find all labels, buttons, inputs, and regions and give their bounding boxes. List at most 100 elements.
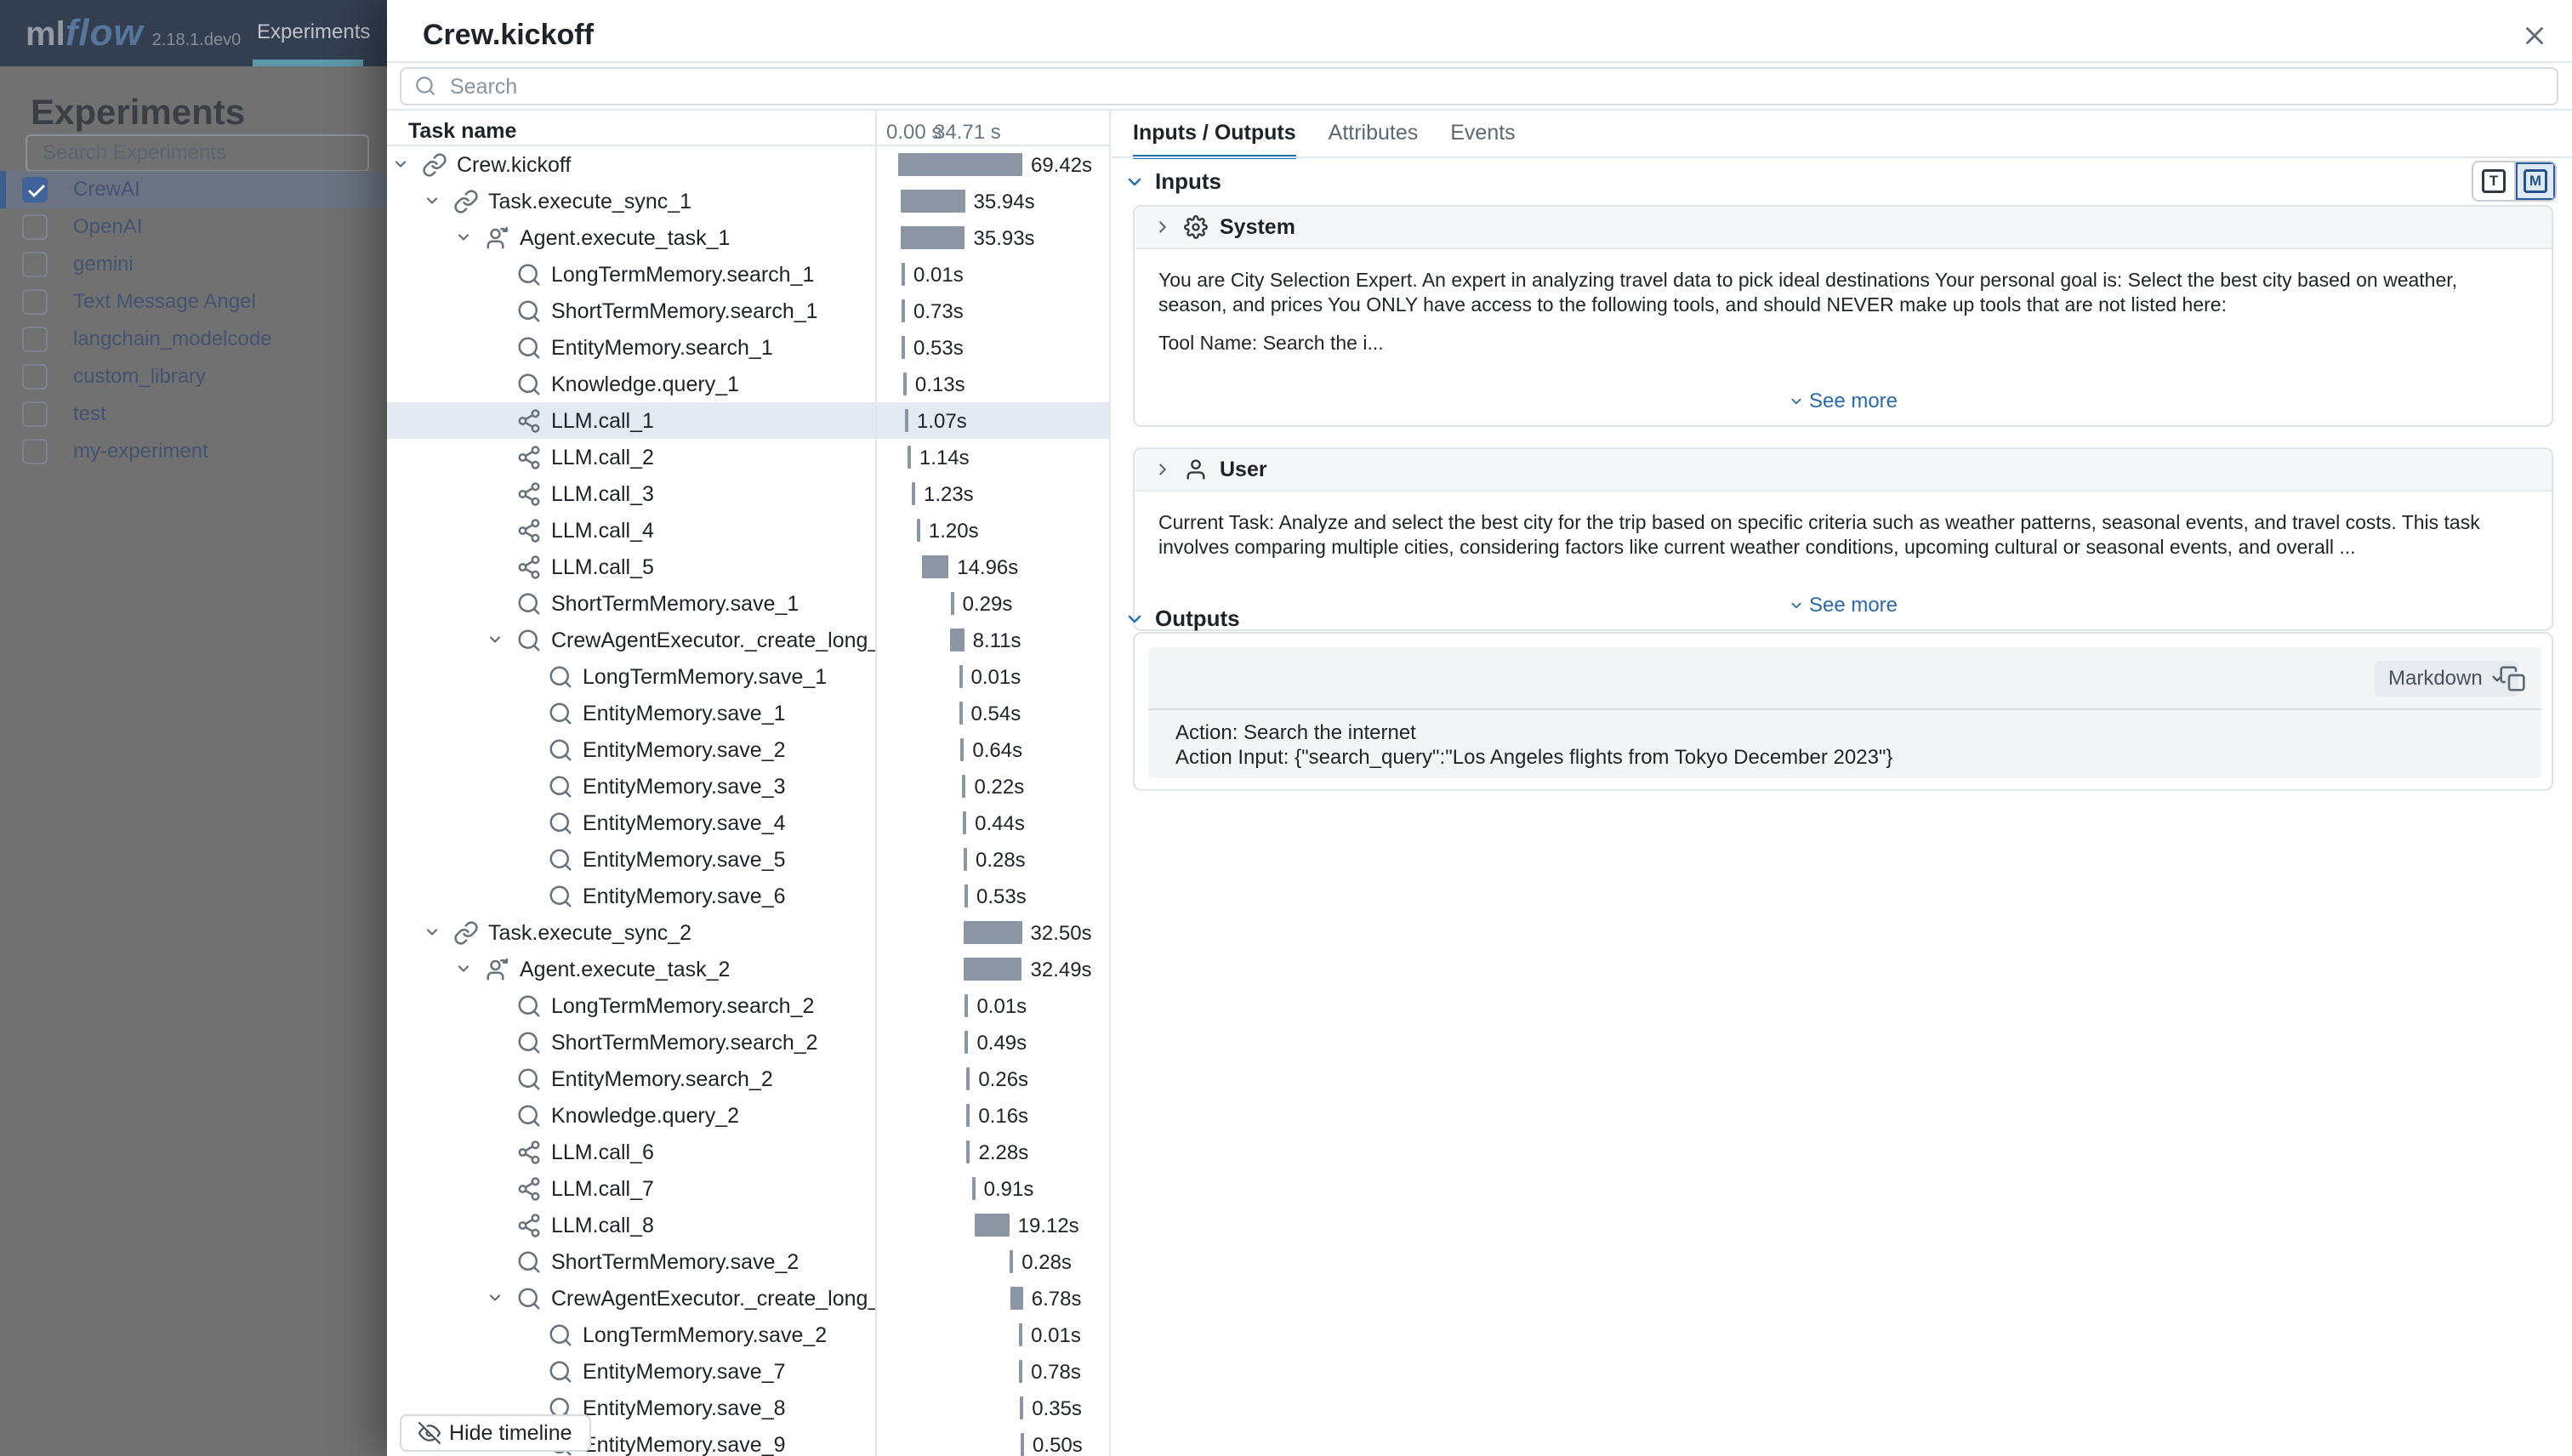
checkbox-unchecked[interactable]: [22, 364, 48, 390]
timeline-bar[interactable]: [966, 1140, 970, 1163]
timeline-bar[interactable]: [917, 519, 920, 542]
span-row-crewagentexecutor-create-long-term-memory[interactable]: CrewAgentExecutor._create_long_term_memo…: [387, 1280, 1111, 1317]
span-row-entitymemory-save-4[interactable]: EntityMemory.save_40.44s: [387, 805, 1111, 841]
timeline-bar[interactable]: [902, 299, 905, 322]
timeline-bar[interactable]: [964, 848, 967, 871]
chevron-right-icon[interactable]: [1153, 460, 1172, 479]
span-row-llm-call-6[interactable]: LLM.call_62.28s: [387, 1134, 1111, 1170]
checkbox-checked[interactable]: [22, 177, 48, 202]
timeline-bar[interactable]: [1019, 1323, 1022, 1346]
timeline-bar[interactable]: [964, 994, 968, 1017]
sidebar-item-gemini[interactable]: gemini: [0, 246, 387, 283]
checkbox-unchecked[interactable]: [22, 214, 48, 240]
tab-attributes[interactable]: Attributes: [1329, 111, 1419, 156]
span-row-longtermmemory-save-1[interactable]: LongTermMemory.save_10.01s: [387, 658, 1111, 695]
chevron-down-icon[interactable]: [455, 229, 472, 250]
span-row-llm-call-8[interactable]: LLM.call_819.12s: [387, 1207, 1111, 1243]
sidebar-item-my-experiment[interactable]: my-experiment: [0, 433, 387, 470]
span-row-entitymemory-save-5[interactable]: EntityMemory.save_50.28s: [387, 841, 1111, 878]
tab-inputs-outputs[interactable]: Inputs / Outputs: [1133, 111, 1296, 156]
span-row-llm-call-4[interactable]: LLM.call_41.20s: [387, 512, 1111, 549]
timeline-bar[interactable]: [905, 409, 908, 432]
timeline-bar[interactable]: [966, 1104, 970, 1127]
timeline-bar[interactable]: [959, 665, 963, 688]
span-row-longtermmemory-save-2[interactable]: LongTermMemory.save_20.01s: [387, 1317, 1111, 1353]
timeline-bar[interactable]: [975, 1214, 1009, 1237]
span-row-knowledge-query-2[interactable]: Knowledge.query_20.16s: [387, 1097, 1111, 1134]
span-row-entitymemory-save-1[interactable]: EntityMemory.save_10.54s: [387, 695, 1111, 731]
span-row-entitymemory-save-7[interactable]: EntityMemory.save_70.78s: [387, 1353, 1111, 1390]
span-row-shorttermmemory-search-2[interactable]: ShortTermMemory.search_20.49s: [387, 1024, 1111, 1061]
nav-tab-experiments[interactable]: Experiments: [257, 20, 359, 44]
timeline-bar[interactable]: [966, 1067, 970, 1090]
inputs-section-header[interactable]: Inputs: [1124, 168, 1221, 195]
timeline-bar[interactable]: [1020, 1396, 1023, 1419]
timeline-bar[interactable]: [902, 263, 905, 286]
timeline-bar[interactable]: [1021, 1433, 1024, 1456]
span-row-llm-call-7[interactable]: LLM.call_70.91s: [387, 1170, 1111, 1207]
span-row-crew-kickoff[interactable]: Crew.kickoff69.42s: [387, 146, 1111, 183]
sidebar-item-langchain-modelcode[interactable]: langchain_modelcode: [0, 321, 387, 358]
span-row-shorttermmemory-search-1[interactable]: ShortTermMemory.search_10.73s: [387, 293, 1111, 329]
timeline-bar[interactable]: [901, 226, 965, 249]
chevron-down-icon[interactable]: [487, 631, 504, 652]
span-row-knowledge-query-1[interactable]: Knowledge.query_10.13s: [387, 366, 1111, 402]
span-row-entitymemory-save-2[interactable]: EntityMemory.save_20.64s: [387, 731, 1111, 768]
span-row-task-execute-sync-2[interactable]: Task.execute_sync_232.50s: [387, 914, 1111, 951]
checkbox-unchecked[interactable]: [22, 401, 48, 427]
span-row-entitymemory-save-3[interactable]: EntityMemory.save_30.22s: [387, 768, 1111, 805]
timeline-bar[interactable]: [962, 775, 965, 798]
checkbox-unchecked[interactable]: [22, 289, 48, 315]
span-row-entitymemory-search-2[interactable]: EntityMemory.search_20.26s: [387, 1061, 1111, 1097]
chevron-down-icon[interactable]: [1124, 172, 1145, 192]
message-header[interactable]: System: [1135, 207, 2552, 249]
sidebar-item-text-message-angel[interactable]: Text Message Angel: [0, 283, 387, 321]
timeline-bar[interactable]: [964, 921, 1021, 944]
chevron-down-icon[interactable]: [424, 192, 441, 213]
copy-icon[interactable]: [2499, 665, 2526, 697]
timeline-bar[interactable]: [964, 1031, 968, 1054]
text-view-button[interactable]: T: [2473, 162, 2514, 200]
sidebar-item-openai[interactable]: OpenAI: [0, 208, 387, 246]
chevron-down-icon[interactable]: [487, 1289, 504, 1311]
timeline-bar[interactable]: [950, 628, 964, 651]
timeline-bar[interactable]: [964, 958, 1021, 981]
hide-timeline-button[interactable]: Hide timeline: [400, 1414, 591, 1452]
chevron-right-icon[interactable]: [1153, 218, 1172, 236]
close-icon[interactable]: [2518, 19, 2552, 53]
experiments-search-input[interactable]: [26, 134, 369, 172]
span-row-crewagentexecutor-create-long-term-memory[interactable]: CrewAgentExecutor._create_long_term_memo…: [387, 622, 1111, 658]
format-selector-dropdown[interactable]: Markdown: [2375, 661, 2518, 697]
chevron-down-icon[interactable]: [424, 924, 441, 945]
chevron-down-icon[interactable]: [1124, 609, 1145, 629]
span-row-longtermmemory-search-2[interactable]: LongTermMemory.search_20.01s: [387, 987, 1111, 1024]
see-more-link[interactable]: See more: [1135, 381, 2552, 425]
span-row-shorttermmemory-save-2[interactable]: ShortTermMemory.save_20.28s: [387, 1243, 1111, 1280]
span-row-llm-call-2[interactable]: LLM.call_21.14s: [387, 439, 1111, 475]
message-header[interactable]: User: [1135, 449, 2552, 492]
markdown-view-button[interactable]: M: [2514, 162, 2555, 200]
timeline-bar[interactable]: [898, 153, 1022, 176]
span-row-entitymemory-save-6[interactable]: EntityMemory.save_60.53s: [387, 878, 1111, 914]
span-row-llm-call-1[interactable]: LLM.call_11.07s: [387, 402, 1111, 439]
timeline-bar[interactable]: [908, 446, 911, 469]
timeline-bar[interactable]: [1010, 1287, 1022, 1310]
outputs-section-header[interactable]: Outputs: [1124, 606, 1240, 632]
timeline-bar[interactable]: [1010, 1250, 1013, 1273]
sidebar-item-test[interactable]: test: [0, 395, 387, 433]
timeline-bar[interactable]: [964, 884, 968, 907]
checkbox-unchecked[interactable]: [22, 252, 48, 277]
span-row-agent-execute-task-2[interactable]: Agent.execute_task_232.49s: [387, 951, 1111, 987]
sidebar-item-custom-library[interactable]: custom_library: [0, 358, 387, 395]
checkbox-unchecked[interactable]: [22, 439, 48, 464]
timeline-bar[interactable]: [901, 190, 965, 213]
timeline-bar[interactable]: [922, 555, 948, 578]
span-row-llm-call-3[interactable]: LLM.call_31.23s: [387, 475, 1111, 512]
timeline-bar[interactable]: [912, 482, 915, 505]
checkbox-unchecked[interactable]: [22, 327, 48, 352]
timeline-bar[interactable]: [1019, 1360, 1022, 1383]
timeline-bar[interactable]: [951, 592, 954, 615]
timeline-bar[interactable]: [960, 738, 964, 761]
timeline-bar[interactable]: [903, 373, 907, 395]
timeline-bar[interactable]: [902, 336, 905, 359]
